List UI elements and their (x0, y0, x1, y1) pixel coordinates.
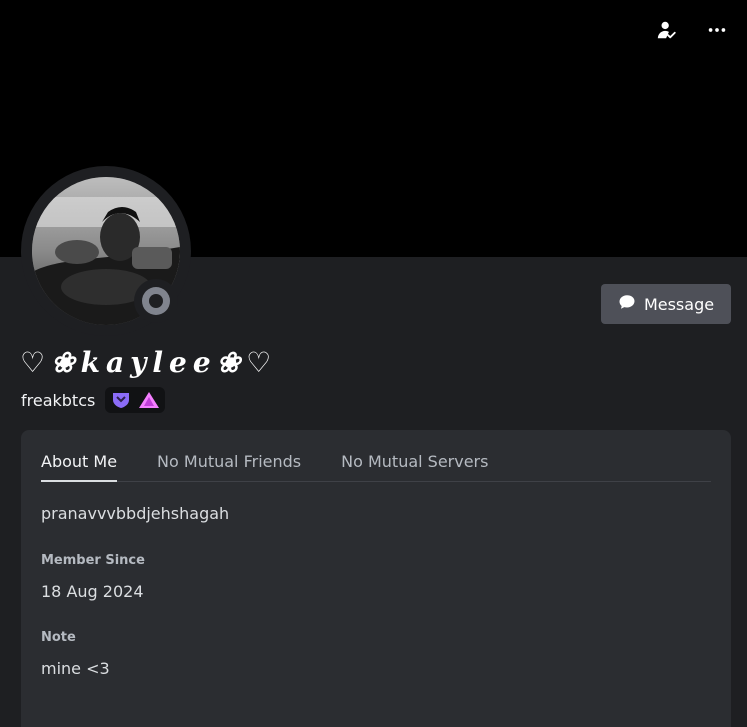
member-since-label: Member Since (41, 553, 145, 568)
nitro-badge-icon[interactable] (110, 390, 132, 410)
note-field[interactable]: mine <3 (41, 659, 110, 678)
add-friend-icon[interactable] (653, 16, 681, 44)
profile-info-card: About Me No Mutual Friends No Mutual Ser… (21, 430, 731, 727)
hypesquad-badge-icon[interactable] (138, 390, 160, 410)
status-indicator (134, 279, 178, 323)
tab-mutual-friends[interactable]: No Mutual Friends (157, 448, 301, 482)
profile-header-actions (653, 16, 731, 44)
chat-bubble-icon (618, 293, 636, 315)
note-label: Note (41, 630, 76, 645)
message-button-label: Message (643, 294, 715, 314)
profile-tabs: About Me No Mutual Friends No Mutual Ser… (41, 448, 711, 482)
profile-modal: Message ♡❀kaylee❀♡ freakbtcs About Me No… (0, 0, 747, 727)
display-name: ♡❀kaylee❀♡ (20, 346, 278, 379)
tab-mutual-servers[interactable]: No Mutual Servers (341, 448, 488, 482)
badge-list (105, 387, 166, 413)
more-options-icon[interactable] (703, 16, 731, 44)
member-since-value: 18 Aug 2024 (41, 582, 144, 601)
username-row: freakbtcs (21, 387, 166, 413)
message-button[interactable]: Message (601, 284, 731, 324)
tab-about-me[interactable]: About Me (41, 448, 118, 482)
offline-status-icon (142, 287, 170, 315)
username: freakbtcs (21, 390, 96, 410)
bio-text: pranavvvbbdjehshagah (41, 504, 230, 523)
